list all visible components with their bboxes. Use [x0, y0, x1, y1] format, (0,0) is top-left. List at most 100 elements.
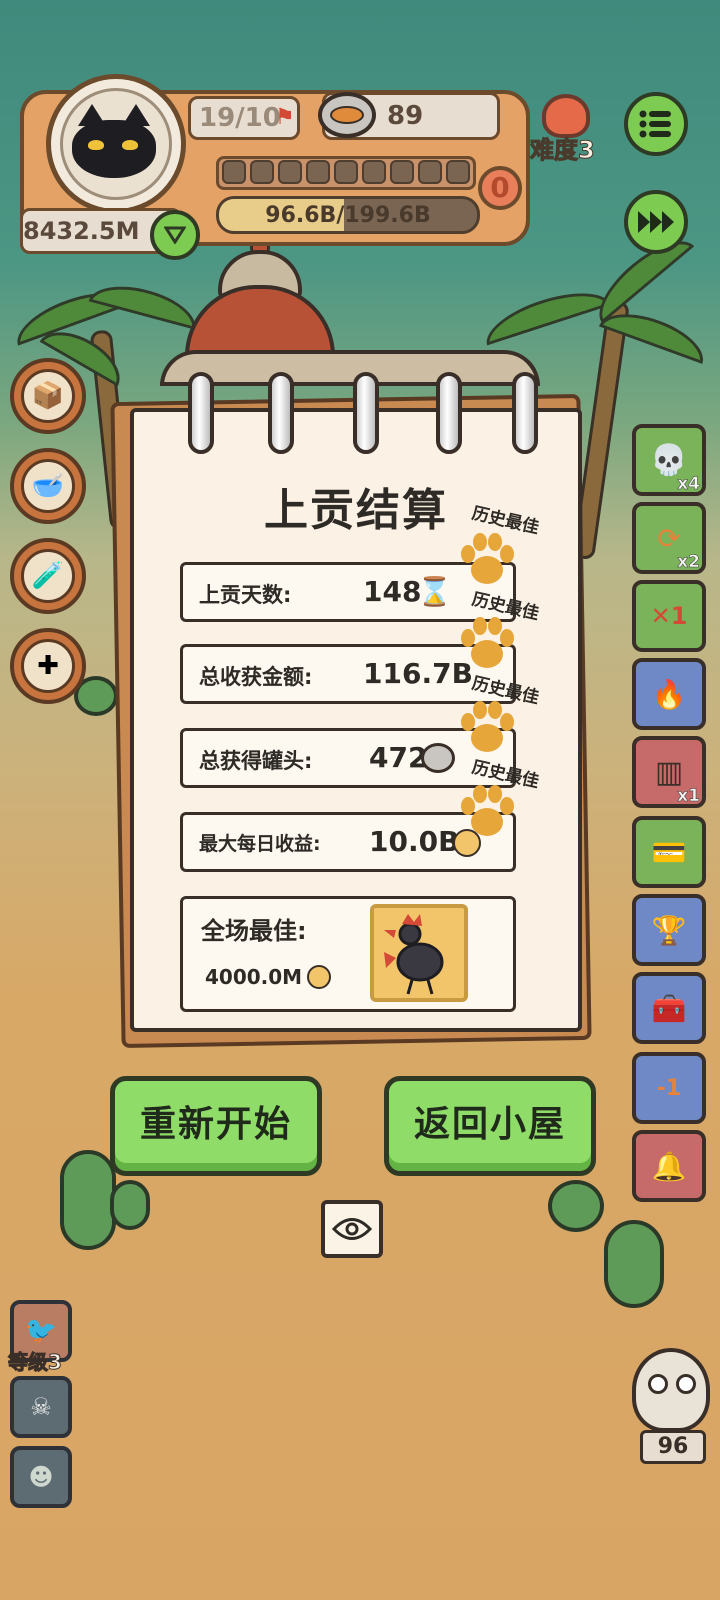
segment	[362, 160, 386, 184]
trophy-button[interactable]: 🏆	[632, 894, 706, 966]
rooster-character-icon	[384, 914, 444, 995]
return-home-button[interactable]: 返回小屋	[384, 1076, 596, 1176]
owl-count-badge: 96	[640, 1430, 706, 1464]
minus-ticket-button[interactable]: -1	[632, 1052, 706, 1124]
tribute-progress-text: 96.6B/199.6B	[265, 203, 431, 228]
stat-value: 472	[369, 741, 428, 774]
stat-label: 总收获金额:	[199, 665, 313, 689]
money-text: 8432.5M	[23, 217, 140, 245]
segment	[306, 160, 330, 184]
fire-card-button[interactable]: 🔥	[632, 658, 706, 730]
bell-icon: 🔔	[651, 1149, 687, 1183]
trophy-icon: 🏆	[651, 913, 687, 947]
expand-hud-button[interactable]	[150, 210, 200, 260]
x1-ticket-button[interactable]: ✕1	[632, 580, 706, 652]
stat-value: 10.0B	[369, 825, 460, 858]
notebook-ring	[268, 372, 294, 454]
segment	[446, 160, 470, 184]
minus-ticket-icon: -1	[656, 1075, 682, 1101]
cat-eye-left	[88, 140, 104, 150]
skull-item-button[interactable]: 💀 x4	[632, 424, 706, 496]
medkit-button[interactable]: ✚	[10, 628, 86, 704]
cage-mult: x1	[677, 786, 700, 807]
game-screen: { "hud": { "stage_progress": "19/10", "c…	[0, 0, 720, 1600]
paw-stamp-icon	[461, 533, 514, 584]
bell-button[interactable]: 🔔	[632, 1130, 706, 1202]
stage-progress-pill: 19/10 ⚑	[188, 96, 300, 140]
cat-eye-right	[122, 140, 138, 150]
ghost-cat-icon: ☻	[28, 1463, 54, 1491]
box-icon: 📦	[21, 369, 75, 423]
difficulty-label: 难度3	[530, 136, 596, 165]
paw-stamp-icon	[461, 701, 514, 752]
palace-colonnade	[160, 350, 540, 386]
segment	[418, 160, 442, 184]
eye-icon	[332, 1218, 372, 1240]
best-overall-label: 全场最佳:	[201, 917, 307, 945]
palm-leaf	[88, 276, 202, 330]
stat-value: 148	[363, 575, 422, 608]
x1-ticket-icon: ✕1	[650, 602, 688, 630]
tribute-progress-bar: 96.6B/199.6B	[216, 196, 480, 234]
owl-character[interactable]	[632, 1348, 710, 1432]
swap-ticket-button[interactable]: ⟳ x2	[632, 502, 706, 574]
segment	[334, 160, 358, 184]
potion-icon: 🧪	[21, 549, 75, 603]
paw-stamp-icon	[461, 617, 514, 668]
potion-button[interactable]: 🧪	[10, 538, 86, 614]
best-overall-value: 4000.0M	[205, 965, 303, 989]
cactus	[604, 1220, 664, 1308]
segment	[278, 160, 302, 184]
swap-mult: x2	[677, 552, 700, 573]
skull-mult: x4	[677, 474, 700, 495]
flag-icon: ⚑	[275, 105, 295, 130]
owl-eye	[676, 1374, 696, 1394]
menu-list-icon	[639, 110, 671, 138]
bowl-button[interactable]: 🥣	[10, 448, 86, 524]
box-button[interactable]: 📦	[10, 358, 86, 434]
skull-icon: 💀	[650, 442, 688, 478]
credit-card-button[interactable]: 💳	[632, 816, 706, 888]
notebook-ring	[353, 372, 379, 454]
cage-button[interactable]: ▥ x1	[632, 736, 706, 808]
cactus-round	[548, 1180, 604, 1232]
notebook-ring	[188, 372, 214, 454]
can-icon	[318, 92, 376, 138]
level-bird-icon: 🐦	[24, 1316, 58, 1346]
segment	[390, 160, 414, 184]
chest-icon: 🧰	[651, 991, 687, 1025]
fish-skeleton-icon: ☠	[30, 1393, 52, 1421]
black-cat-icon	[72, 120, 156, 178]
cans-count: 89	[387, 101, 424, 131]
swap-ticket-icon: ⟳	[657, 521, 681, 555]
cage-icon: ▥	[654, 754, 684, 790]
ghost-cat-button[interactable]: ☻	[10, 1446, 72, 1508]
segment	[222, 160, 246, 184]
segment-badge: 0	[478, 166, 522, 210]
medkit-icon: ✚	[21, 639, 75, 693]
bowl-icon: 🥣	[21, 459, 75, 513]
stat-label: 最大每日收益:	[199, 833, 321, 855]
cactus	[60, 1150, 116, 1250]
coin-paw-icon	[307, 965, 331, 989]
restart-button[interactable]: 重新开始	[110, 1076, 322, 1176]
chest-button[interactable]: 🧰	[632, 972, 706, 1044]
credit-card-icon: 💳	[651, 835, 687, 869]
stat-label: 上贡天数:	[199, 583, 292, 607]
fast-forward-button[interactable]	[624, 190, 688, 254]
stat-value: 116.7B	[363, 657, 473, 690]
notebook-ring	[512, 372, 538, 454]
stat-label: 总获得罐头:	[199, 749, 313, 773]
palm-leaf	[479, 280, 611, 346]
cactus	[110, 1180, 150, 1230]
segment	[250, 160, 274, 184]
notebook-ring	[436, 372, 462, 454]
triangle-down-icon	[164, 226, 186, 244]
fast-forward-icon	[638, 211, 674, 233]
menu-button[interactable]	[624, 92, 688, 156]
toggle-view-button[interactable]	[321, 1200, 383, 1258]
paw-stamp-icon	[461, 785, 514, 836]
fish-skeleton-button[interactable]: ☠	[10, 1376, 72, 1438]
fire-card-icon: 🔥	[651, 677, 687, 711]
owl-eye	[648, 1374, 668, 1394]
